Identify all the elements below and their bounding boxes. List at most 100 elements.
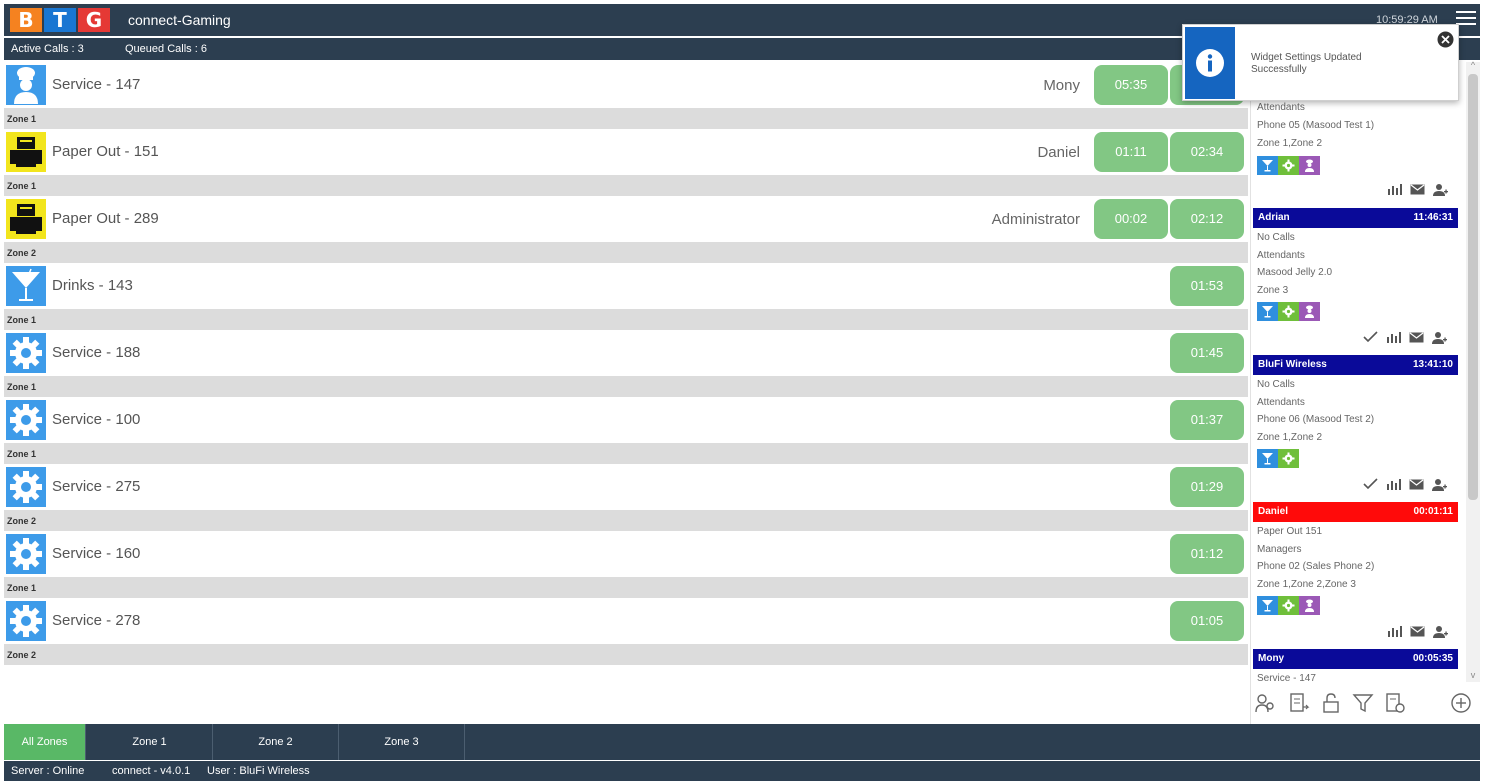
stats-icon[interactable] xyxy=(1385,477,1402,491)
attendant-actions xyxy=(1362,477,1448,491)
attendant-role: Managers xyxy=(1257,544,1302,555)
call-row[interactable]: Service - 160 01:12 Zone 1 xyxy=(4,531,1248,598)
zone-label: Zone 1 xyxy=(4,443,1248,464)
tab-all-zones[interactable]: All Zones xyxy=(4,724,86,760)
elapsed-timer[interactable]: 02:12 xyxy=(1170,199,1244,239)
elapsed-timer[interactable]: 01:05 xyxy=(1170,601,1244,641)
server-status: Server : Online xyxy=(11,765,85,777)
attendant-actions xyxy=(1386,624,1449,638)
call-row[interactable]: Drinks - 143 01:53 Zone 1 xyxy=(4,263,1248,330)
attendant-zones: Zone 1,Zone 2 xyxy=(1257,432,1323,443)
call-label: Service - 275 xyxy=(52,478,141,495)
call-row[interactable]: Service - 278 01:05 Zone 2 xyxy=(4,598,1248,665)
scroll-down-icon[interactable]: v xyxy=(1468,670,1478,680)
elapsed-timer[interactable]: 02:34 xyxy=(1170,132,1244,172)
gear-icon xyxy=(1278,449,1299,468)
call-row[interactable]: Paper Out - 289 Administrator 00:02 02:1… xyxy=(4,196,1248,263)
chef-icon xyxy=(1299,156,1320,175)
printer-icon xyxy=(6,132,46,172)
attendant-badges xyxy=(1257,156,1320,175)
gear-icon xyxy=(1278,596,1299,615)
call-row[interactable]: Service - 147 Mony 05:35 Zone 1 xyxy=(4,62,1248,129)
filter-icon[interactable] xyxy=(1352,692,1374,714)
attendant-status: Paper Out 151 xyxy=(1257,526,1323,537)
tab-zone-2[interactable]: Zone 2 xyxy=(213,724,339,760)
scroll-up-icon[interactable]: ^ xyxy=(1468,60,1478,70)
app-version: connect - v4.0.1 xyxy=(112,765,191,777)
status-bar: Server : Online connect - v4.0.1 User : … xyxy=(4,761,1480,781)
elapsed-timer[interactable]: 01:53 xyxy=(1170,266,1244,306)
hamburger-icon[interactable] xyxy=(1456,11,1476,27)
call-row[interactable]: Service - 100 01:37 Zone 1 xyxy=(4,397,1248,464)
attendant-badges xyxy=(1257,449,1299,468)
user-add-icon[interactable] xyxy=(1432,182,1449,196)
app-root: B T G connect-Gaming 10:59:29 AM Active … xyxy=(0,0,1488,781)
attendant-time: 00:05:35 xyxy=(1412,653,1453,664)
gear-icon xyxy=(1278,156,1299,175)
users-icon[interactable] xyxy=(1254,692,1276,714)
zone-label: Zone 1 xyxy=(4,376,1248,397)
chef-icon xyxy=(1299,302,1320,321)
gear-icon xyxy=(6,400,46,440)
zone-tabs: All Zones Zone 1 Zone 2 Zone 3 xyxy=(4,724,1480,760)
attendant-header[interactable]: Mony 00:05:35 xyxy=(1253,649,1458,669)
stats-icon[interactable] xyxy=(1386,624,1403,638)
add-circle-icon[interactable] xyxy=(1450,692,1472,714)
stats-icon[interactable] xyxy=(1385,330,1402,344)
attendant-name: Daniel xyxy=(1258,506,1289,517)
stats-icon[interactable] xyxy=(1386,182,1403,196)
document-settings-icon[interactable] xyxy=(1384,692,1406,714)
attendant-header[interactable]: Daniel 00:01:11 xyxy=(1253,502,1458,522)
logo-letter-g: G xyxy=(78,8,110,32)
attendant-device: Phone 05 (Masood Test 1) xyxy=(1257,120,1375,131)
checkmark-icon[interactable] xyxy=(1362,330,1379,344)
checkmark-icon[interactable] xyxy=(1362,477,1379,491)
user-add-icon[interactable] xyxy=(1431,330,1448,344)
response-timer[interactable]: 01:11 xyxy=(1094,132,1168,172)
response-timer[interactable]: 05:35 xyxy=(1094,65,1168,105)
printer-icon xyxy=(6,199,46,239)
attendant-role: Attendants xyxy=(1257,250,1305,261)
scrollbar-thumb[interactable] xyxy=(1468,74,1478,500)
attendant-role: Attendants xyxy=(1257,397,1305,408)
attendant-name: Mony xyxy=(1258,653,1285,664)
call-label: Paper Out - 151 xyxy=(52,143,159,160)
mail-icon[interactable] xyxy=(1409,624,1426,638)
call-row[interactable]: Service - 275 01:29 Zone 2 xyxy=(4,464,1248,531)
zone-label: Zone 2 xyxy=(4,510,1248,531)
tab-zone-3[interactable]: Zone 3 xyxy=(339,724,465,760)
cocktail-icon xyxy=(1257,449,1278,468)
report-icon[interactable] xyxy=(1288,692,1310,714)
attendant-header[interactable]: Adrian 11:46:31 xyxy=(1253,208,1458,228)
notification-toast: Widget Settings Updated Successfully xyxy=(1182,24,1459,101)
mail-icon[interactable] xyxy=(1408,330,1425,344)
attendant-device: Phone 06 (Masood Test 2) xyxy=(1257,414,1375,425)
gear-icon xyxy=(1278,302,1299,321)
elapsed-timer[interactable]: 01:37 xyxy=(1170,400,1244,440)
attendant-zones: Zone 1,Zone 2 xyxy=(1257,138,1323,149)
app-title: connect-Gaming xyxy=(128,12,231,28)
attendant-device: Phone 02 (Sales Phone 2) xyxy=(1257,561,1375,572)
unlock-icon[interactable] xyxy=(1320,692,1342,714)
attendant-header[interactable]: BluFi Wireless 13:41:10 xyxy=(1253,355,1458,375)
attendant-badges xyxy=(1257,596,1320,615)
elapsed-timer[interactable]: 01:45 xyxy=(1170,333,1244,373)
tab-zone-1[interactable]: Zone 1 xyxy=(87,724,213,760)
cocktail-icon xyxy=(1257,302,1278,321)
attendant-status: No Calls xyxy=(1257,379,1295,390)
elapsed-timer[interactable]: 01:29 xyxy=(1170,467,1244,507)
mail-icon[interactable] xyxy=(1409,182,1426,196)
attendant-name: Adrian xyxy=(1258,212,1290,223)
response-timer[interactable]: 00:02 xyxy=(1094,199,1168,239)
close-icon[interactable] xyxy=(1437,31,1454,48)
call-list: Service - 147 Mony 05:35 Zone 1 Paper Ou… xyxy=(4,62,1248,724)
user-add-icon[interactable] xyxy=(1432,624,1449,638)
mail-icon[interactable] xyxy=(1408,477,1425,491)
call-label: Service - 160 xyxy=(52,545,141,562)
user-add-icon[interactable] xyxy=(1431,477,1448,491)
attendant-zones: Zone 3 xyxy=(1257,285,1289,296)
attendant-time: 11:46:31 xyxy=(1413,212,1453,223)
call-row[interactable]: Service - 188 01:45 Zone 1 xyxy=(4,330,1248,397)
call-row[interactable]: Paper Out - 151 Daniel 01:11 02:34 Zone … xyxy=(4,129,1248,196)
elapsed-timer[interactable]: 01:12 xyxy=(1170,534,1244,574)
